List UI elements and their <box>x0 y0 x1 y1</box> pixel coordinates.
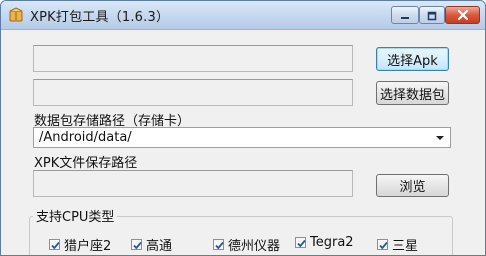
cpu-type-legend: 支持CPU类型 <box>33 206 118 225</box>
apk-path-field[interactable] <box>33 45 353 72</box>
cpu-option-samsung[interactable]: 三星 <box>377 235 418 254</box>
window-title: XPK打包工具（1.6.3） <box>30 10 170 25</box>
cpu-option-label: 高通 <box>146 239 173 254</box>
cpu-option-qualcomm[interactable]: 高通 <box>131 235 172 254</box>
app-package-icon <box>8 7 24 23</box>
minimize-button[interactable] <box>391 6 419 24</box>
cpu-option-exynos[interactable]: 猎户座2 <box>49 235 111 254</box>
cpu-option-tegra2[interactable]: Tegra2 <box>295 235 354 250</box>
cpu-option-label: 德州仪器 <box>228 239 281 254</box>
xpk-save-path-field[interactable] <box>33 170 353 197</box>
cpu-option-label: 三星 <box>392 239 419 254</box>
select-data-package-button[interactable]: 选择数据包 <box>376 81 449 105</box>
close-icon <box>457 6 469 25</box>
main-panel: 选择Apk 选择数据包 数据包存储路径（存储卡） /Android/data/ … <box>1 30 485 255</box>
app-window: XPK打包工具（1.6.3） 选择Apk 选择数据包 数据包存储路径（存储卡） … <box>0 0 486 256</box>
maximize-button[interactable] <box>419 6 445 24</box>
cpu-option-label: 猎户座2 <box>64 239 112 254</box>
storage-path-select[interactable]: /Android/data/ <box>33 127 451 148</box>
close-button[interactable] <box>445 6 480 24</box>
browse-button[interactable]: 浏览 <box>376 174 449 197</box>
xpk-save-path-label: XPK文件保存路径 <box>34 156 138 171</box>
cpu-option-ti[interactable]: 德州仪器 <box>213 235 280 254</box>
cpu-option-label: Tegra2 <box>310 235 354 250</box>
checkbox-checked-icon[interactable] <box>213 239 224 250</box>
data-package-field[interactable] <box>33 79 353 106</box>
title-bar[interactable]: XPK打包工具（1.6.3） <box>1 1 485 30</box>
select-apk-button[interactable]: 选择Apk <box>376 47 449 71</box>
checkbox-checked-icon[interactable] <box>377 239 388 250</box>
checkbox-checked-icon[interactable] <box>49 239 60 250</box>
storage-path-value: /Android/data/ <box>39 130 132 145</box>
minimize-icon <box>400 6 410 25</box>
checkbox-checked-icon[interactable] <box>131 239 142 250</box>
checkbox-checked-icon[interactable] <box>295 237 306 248</box>
maximize-icon <box>427 6 437 25</box>
chevron-down-icon[interactable] <box>436 136 444 140</box>
